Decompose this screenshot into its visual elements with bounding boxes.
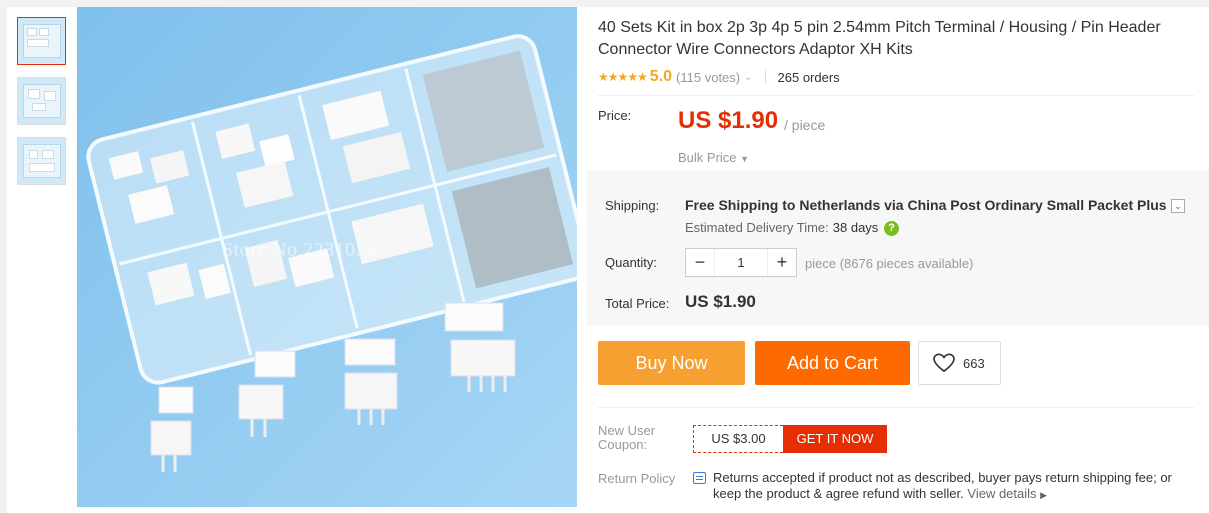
quantity-increase-button[interactable]: +: [768, 249, 796, 276]
help-icon[interactable]: ?: [883, 221, 899, 237]
buy-now-button[interactable]: Buy Now: [598, 341, 745, 385]
total-price-label: Total Price:: [605, 296, 670, 311]
thumbnail-1[interactable]: [17, 17, 66, 65]
divider: [598, 407, 1194, 408]
caret-right-icon: ▶: [1040, 490, 1048, 500]
view-details-link[interactable]: View details ▶: [967, 486, 1047, 501]
delivery-estimate: Estimated Delivery Time: 38 days ?: [685, 220, 899, 237]
bulk-price-dropdown[interactable]: Bulk Price ▼: [678, 150, 749, 165]
price-amount: US $1.90: [678, 107, 779, 134]
eta-label: Estimated Delivery Time:: [685, 220, 829, 235]
wishlist-button[interactable]: 663: [918, 341, 1001, 385]
votes-link[interactable]: (115 votes): [676, 70, 740, 85]
product-title: 40 Sets Kit in box 2p 3p 4p 5 pin 2.54mm…: [598, 19, 1161, 58]
quantity-stepper: − 1 +: [685, 248, 797, 277]
shipping-dropdown-icon[interactable]: ⌄: [1171, 199, 1185, 213]
thumbnail-3[interactable]: [17, 137, 66, 185]
view-details-label: View details: [967, 486, 1037, 501]
eta-days: 38 days: [832, 220, 879, 235]
new-user-coupon: US $3.00 GET IT NOW: [693, 425, 887, 453]
shipping-label: Shipping:: [605, 198, 660, 213]
caret-down-icon: ▼: [740, 154, 750, 164]
heart-icon: [933, 353, 955, 373]
wishlist-count: 663: [963, 355, 985, 371]
price-unit: / piece: [784, 117, 826, 133]
quantity-available: piece (8676 pieces available): [805, 256, 974, 271]
coupon-label: New User Coupon:: [598, 423, 656, 452]
coupon-amount: US $3.00: [693, 425, 783, 453]
return-policy-label: Return Policy: [598, 471, 676, 486]
divider: [764, 70, 766, 84]
total-price-value: US $1.90: [685, 292, 756, 311]
rating-row: ★★★★★ 5.0 (115 votes) ⌄ 265 orders: [598, 65, 1198, 89]
product-page: Store No.2231053 40 Sets Kit in box 2p 3…: [7, 7, 1209, 513]
chevron-down-icon[interactable]: ⌄: [744, 72, 752, 83]
star-rating-icon: ★★★★★: [598, 70, 648, 84]
thumbnail-list: [17, 17, 69, 197]
image-watermark: Store No.2231053: [222, 239, 377, 261]
price-label: Price:: [598, 108, 632, 123]
return-policy-icon: [693, 472, 706, 484]
add-to-cart-button[interactable]: Add to Cart: [755, 341, 910, 385]
main-product-image[interactable]: Store No.2231053: [77, 7, 577, 507]
divider: [598, 95, 1194, 96]
quantity-input[interactable]: 1: [714, 249, 768, 276]
quantity-label: Quantity:: [605, 255, 658, 270]
purchase-options: Shipping: Free Shipping to Netherlands v…: [587, 170, 1209, 326]
return-policy-description: Returns accepted if product not as descr…: [713, 470, 1172, 501]
product-info: 40 Sets Kit in box 2p 3p 4p 5 pin 2.54mm…: [598, 7, 1198, 89]
thumbnail-2[interactable]: [17, 77, 66, 125]
get-coupon-button[interactable]: GET IT NOW: [783, 425, 887, 453]
return-policy-text: Returns accepted if product not as descr…: [713, 470, 1183, 503]
bulk-price-label: Bulk Price: [678, 150, 737, 165]
shipping-method[interactable]: Free Shipping to Netherlands via China P…: [685, 197, 1167, 213]
orders-count: 265 orders: [777, 69, 840, 85]
rating-value: 5.0: [649, 68, 673, 85]
quantity-decrease-button[interactable]: −: [686, 249, 714, 276]
